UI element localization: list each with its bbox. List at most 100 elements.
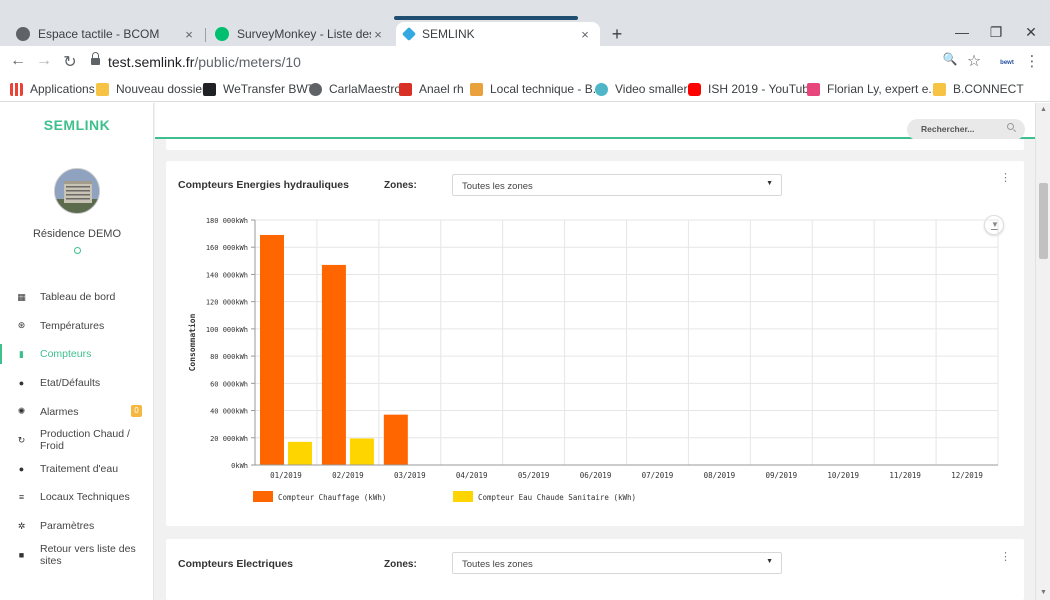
close-tab-icon[interactable]: × bbox=[182, 27, 196, 42]
browser-menu-icon[interactable]: ⋮ bbox=[1022, 52, 1042, 70]
production-icon: ↻ bbox=[17, 434, 26, 445]
y-tick-label: 60 000kWh bbox=[210, 380, 248, 388]
sidebar-item-label: Paramètres bbox=[40, 520, 95, 533]
bookmark-nouveau-dossier[interactable]: Nouveau dossier bbox=[96, 82, 206, 96]
bookmark-star-icon[interactable]: ☆ bbox=[964, 51, 984, 71]
box-icon bbox=[470, 82, 483, 96]
sidebar-item-label: Production Chaud / Froid bbox=[40, 428, 130, 453]
bookmark-local-technique[interactable]: Local technique - B... bbox=[470, 82, 603, 96]
url-host: test.semlink.fr bbox=[108, 54, 195, 70]
x-tick-label: 10/2019 bbox=[827, 471, 859, 480]
tab-surveymonkey[interactable]: SurveyMonkey - Liste des collecte × bbox=[207, 22, 393, 46]
zoom-icon[interactable]: 🔍 bbox=[940, 52, 960, 66]
bookmark-video-smaller[interactable]: Video smaller bbox=[595, 82, 687, 96]
sidebar-item-label: Retour vers liste des sites bbox=[40, 542, 136, 567]
card-title: Compteurs Electriques bbox=[178, 558, 293, 570]
y-tick-label: 100 000kWh bbox=[206, 326, 248, 334]
brand-logo[interactable]: SEMLINK bbox=[0, 117, 154, 133]
browser-tab-bar: Espace tactile - BCOM × SurveyMonkey - L… bbox=[0, 0, 1050, 46]
y-axis-title: Consommation bbox=[187, 313, 197, 371]
bookmark-bconnect[interactable]: B.CONNECT bbox=[933, 82, 1024, 96]
bar-chart-icon: ▮ bbox=[19, 348, 24, 359]
water-drop-icon: ● bbox=[18, 463, 25, 474]
y-tick-label: 0kWh bbox=[231, 462, 248, 470]
lock-icon[interactable] bbox=[91, 52, 100, 66]
bwt-extension-icon[interactable]: bewt bbox=[997, 58, 1017, 68]
bar bbox=[321, 264, 346, 465]
apps-grid-icon bbox=[10, 82, 23, 96]
forward-button[interactable]: → bbox=[34, 52, 54, 70]
sidebar-item-label: Locaux Techniques bbox=[40, 491, 130, 504]
previous-card-bottom bbox=[166, 139, 1024, 150]
y-tick-label: 120 000kWh bbox=[206, 299, 248, 307]
minimize-button[interactable]: — bbox=[952, 24, 972, 40]
site-status-icon bbox=[74, 247, 81, 254]
x-tick-label: 06/2019 bbox=[580, 471, 612, 480]
scroll-up-icon[interactable]: ▲ bbox=[1039, 106, 1048, 113]
sidebar-item-label: Tableau de bord bbox=[40, 291, 116, 304]
sidebar-item-retour-sites[interactable]: ■ Retour vers liste des sites bbox=[0, 540, 154, 569]
legend-label: Compteur Eau Chaude Sanitaire (kWh) bbox=[478, 493, 636, 502]
gear-icon: ✲ bbox=[17, 520, 26, 531]
sidebar: SEMLINK Résidence DEMO ▦ Tableau de bord … bbox=[0, 103, 154, 600]
site-name: Résidence DEMO bbox=[32, 228, 122, 240]
bookmark-wetransfer[interactable]: WeTransfer BWT bbox=[203, 82, 315, 96]
reload-button[interactable]: ↻ bbox=[60, 52, 80, 72]
tab-semlink[interactable]: SEMLINK × bbox=[396, 22, 600, 46]
alert-icon: ● bbox=[18, 378, 25, 389]
y-tick-label: 180 000kWh bbox=[206, 217, 248, 225]
bookmark-anael-rh[interactable]: Anael rh bbox=[399, 82, 464, 96]
sidebar-item-temperatures[interactable]: ⊛ Températures bbox=[0, 312, 154, 341]
bookmark-florian-ly[interactable]: Florian Ly, expert e... bbox=[807, 82, 938, 96]
search-icon[interactable] bbox=[1007, 123, 1014, 130]
sidebar-item-compteurs[interactable]: ▮ Compteurs bbox=[0, 340, 154, 369]
search-input[interactable]: Rechercher... bbox=[907, 119, 1025, 140]
sidebar-item-production[interactable]: ↻ Production Chaud / Froid bbox=[0, 426, 154, 455]
folder-icon bbox=[933, 82, 946, 96]
app-container: SEMLINK Résidence DEMO ▦ Tableau de bord … bbox=[0, 103, 1050, 600]
alarm-count-badge: 0 bbox=[131, 405, 142, 418]
site-avatar bbox=[54, 168, 100, 214]
close-tab-icon[interactable]: × bbox=[371, 27, 385, 42]
tab-espace-tactile[interactable]: Espace tactile - BCOM × bbox=[8, 22, 204, 46]
y-tick-label: 40 000kWh bbox=[210, 408, 248, 416]
back-button[interactable]: ← bbox=[8, 52, 28, 70]
bookmark-carlamaestro[interactable]: CarlaMaestro bbox=[309, 82, 401, 96]
zones-select[interactable]: Toutes les zones ▼ bbox=[452, 552, 782, 574]
sidebar-item-tableau-de-bord[interactable]: ▦ Tableau de bord bbox=[0, 283, 154, 312]
sidebar-item-locaux-techniques[interactable]: ≡ Locaux Techniques bbox=[0, 483, 154, 512]
dashboard-icon: ▦ bbox=[17, 291, 26, 302]
caret-down-icon: ▼ bbox=[766, 558, 773, 565]
bookmark-applications[interactable]: Applications bbox=[10, 82, 95, 96]
y-tick-label: 80 000kWh bbox=[210, 353, 248, 361]
energy-bar-chart: 0kWh 20 000kWh 40 000kWh 60 000kWh 80 000kWh… bbox=[187, 217, 999, 502]
browser-toolbar: ← → ↻ test.semlink.fr/public/meters/10 🔍… bbox=[0, 46, 1050, 78]
scroll-down-icon[interactable]: ▼ bbox=[1039, 589, 1048, 596]
tab-loading-indicator bbox=[394, 16, 578, 20]
card-menu-icon[interactable]: ⋮ bbox=[1000, 552, 1011, 563]
close-tab-icon[interactable]: × bbox=[578, 27, 592, 42]
back-square-icon: ■ bbox=[18, 549, 25, 560]
bookmark-ish-youtube[interactable]: ISH 2019 - YouTube bbox=[688, 82, 816, 96]
sidebar-item-etat-defaults[interactable]: ● Etat/Défaults bbox=[0, 369, 154, 398]
sidebar-item-label: Températures bbox=[40, 319, 105, 332]
semlink-favicon-icon bbox=[401, 26, 417, 42]
wetransfer-icon bbox=[203, 82, 216, 96]
flower-icon bbox=[807, 82, 820, 96]
page-scrollbar[interactable]: ▲ ▼ bbox=[1035, 103, 1050, 600]
x-tick-label: 05/2019 bbox=[518, 471, 550, 480]
scroll-thumb[interactable] bbox=[1039, 183, 1048, 259]
x-tick-label: 01/2019 bbox=[270, 471, 302, 480]
youtube-icon bbox=[688, 82, 701, 96]
bookmarks-bar: Applications Nouveau dossier WeTransfer … bbox=[0, 78, 1050, 102]
card-energies-hydrauliques: Compteurs Energies hydrauliques Zones: T… bbox=[166, 161, 1024, 526]
sidebar-item-traitement-eau[interactable]: ● Traitement d'eau bbox=[0, 455, 154, 484]
restore-button[interactable]: ❐ bbox=[986, 24, 1006, 41]
globe-icon bbox=[16, 27, 30, 41]
address-bar[interactable]: test.semlink.fr/public/meters/10 bbox=[108, 54, 301, 70]
sidebar-item-label: Etat/Défaults bbox=[40, 377, 101, 390]
sidebar-item-parametres[interactable]: ✲ Paramètres bbox=[0, 512, 154, 541]
sidebar-item-alarmes[interactable]: ✺ Alarmes 0 bbox=[0, 397, 154, 426]
new-tab-button[interactable]: + bbox=[607, 24, 627, 45]
window-close-button[interactable]: ✕ bbox=[1021, 24, 1041, 41]
